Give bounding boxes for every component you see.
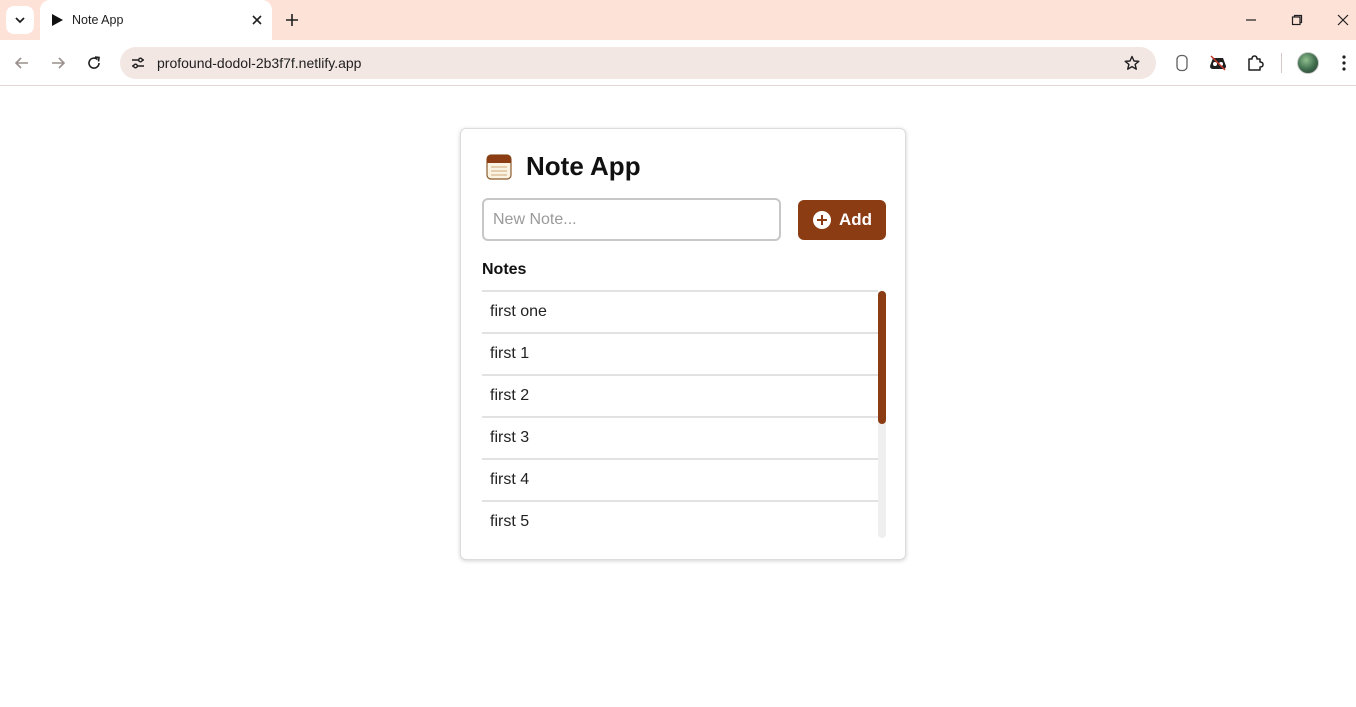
- play-favicon-icon: [50, 13, 64, 32]
- notes-scrollbar-thumb[interactable]: [878, 291, 886, 424]
- list-item[interactable]: first 5: [482, 500, 878, 539]
- browser-tab-strip: Note App: [0, 0, 1356, 40]
- notepad-icon: [486, 154, 512, 185]
- list-item[interactable]: first 3: [482, 416, 878, 458]
- forward-icon[interactable]: [46, 51, 70, 75]
- extension-icon[interactable]: [1206, 51, 1230, 75]
- url-text[interactable]: profound-dodol-2b3f7f.netlify.app: [157, 55, 361, 71]
- note-text: first 4: [490, 471, 530, 488]
- minimize-icon[interactable]: [1241, 10, 1261, 30]
- extension-badge-icon[interactable]: [1170, 51, 1194, 75]
- note-text: first 5: [490, 513, 530, 530]
- notes-list[interactable]: first one first 1 first 2 first 3 first …: [482, 290, 886, 539]
- list-item[interactable]: first 2: [482, 374, 878, 416]
- app-title: Note App: [526, 151, 641, 181]
- new-tab-icon[interactable]: [282, 10, 302, 30]
- notes-heading: Notes: [482, 261, 527, 278]
- tab-title: Note App: [72, 13, 124, 27]
- browser-tab[interactable]: Note App: [40, 0, 272, 40]
- new-note-input[interactable]: [482, 198, 781, 241]
- restore-icon[interactable]: [1287, 10, 1307, 30]
- note-text: first 2: [490, 387, 530, 404]
- more-menu-icon[interactable]: [1332, 51, 1356, 75]
- list-item[interactable]: first 4: [482, 458, 878, 500]
- list-item[interactable]: first 1: [482, 332, 878, 374]
- note-app-card: Note App Add Notes first one first 1 fir…: [460, 128, 906, 560]
- address-bar[interactable]: profound-dodol-2b3f7f.netlify.app: [120, 47, 1156, 79]
- bookmark-star-icon[interactable]: [1122, 53, 1142, 73]
- tab-search-icon[interactable]: [6, 6, 34, 34]
- plus-circle-icon: [813, 211, 831, 229]
- browser-toolbar: profound-dodol-2b3f7f.netlify.app: [0, 40, 1356, 86]
- list-item[interactable]: first one: [482, 290, 878, 332]
- avatar[interactable]: [1297, 52, 1319, 74]
- back-icon[interactable]: [10, 51, 34, 75]
- reload-icon[interactable]: [82, 51, 106, 75]
- toolbar-divider: [1281, 53, 1282, 73]
- note-text: first 1: [490, 345, 530, 362]
- site-info-icon[interactable]: [128, 53, 148, 73]
- note-text: first one: [490, 303, 547, 320]
- window-close-icon[interactable]: [1333, 10, 1353, 30]
- add-button-label: Add: [839, 210, 873, 229]
- note-text: first 3: [490, 429, 530, 446]
- add-button[interactable]: Add: [798, 200, 886, 240]
- puzzle-icon[interactable]: [1243, 51, 1267, 75]
- close-icon[interactable]: [248, 11, 266, 29]
